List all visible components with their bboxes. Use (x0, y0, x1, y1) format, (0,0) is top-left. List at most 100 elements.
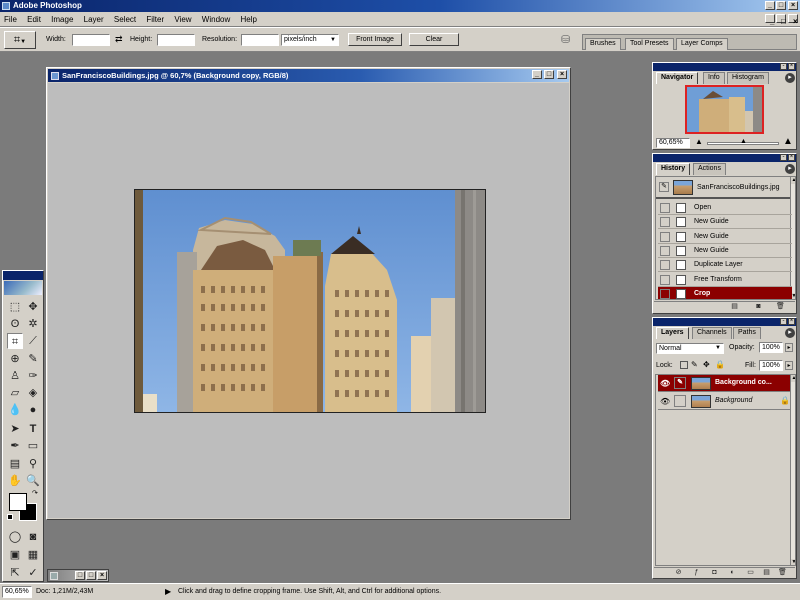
blur-tool-icon[interactable]: 💧 (7, 402, 23, 418)
tab-layers[interactable]: Layers (656, 327, 689, 339)
menu-image[interactable]: Image (47, 12, 77, 24)
history-panel-header[interactable] (653, 154, 796, 162)
notes-tool-icon[interactable]: ▤ (7, 456, 23, 472)
photo-san-francisco-buildings[interactable] (134, 189, 486, 413)
zoom-tool-icon[interactable]: 🔍 (25, 473, 41, 489)
document-maximize-button[interactable]: □ (544, 70, 554, 79)
layers-panel-header[interactable] (653, 318, 796, 326)
history-step[interactable]: New Guide (658, 244, 792, 258)
new-group-icon[interactable]: ▭ (746, 569, 755, 577)
magic-wand-tool-icon[interactable]: ✲ (25, 316, 41, 332)
trash-icon[interactable]: 🗑 (778, 569, 787, 577)
add-layer-mask-icon[interactable]: ◘ (710, 569, 719, 577)
tab-layer-comps[interactable]: Layer Comps (676, 38, 728, 50)
standard-mode-icon[interactable]: ◯ (7, 529, 23, 545)
status-zoom-input[interactable]: 60,65% (2, 586, 32, 598)
navigator-menu-button[interactable]: ▸ (785, 73, 795, 83)
link-layers-icon[interactable]: ⊘ (674, 569, 683, 577)
marquee-tool-icon[interactable]: ⬚ (7, 299, 23, 315)
minimized-restore-button[interactable]: □ (75, 571, 85, 580)
history-close-button[interactable]: × (788, 154, 795, 161)
imageready-jump-icon[interactable]: ⇱ (7, 565, 23, 581)
trash-icon[interactable]: 🗑 (776, 303, 785, 311)
new-adjustment-layer-icon[interactable]: ◐ (728, 569, 737, 577)
tab-histogram[interactable]: Histogram (727, 72, 769, 84)
navigator-zoom-input[interactable]: 60,65% (656, 138, 690, 148)
menu-window[interactable]: Window (198, 12, 234, 24)
fill-input[interactable]: 100% (759, 360, 783, 371)
screen-mode-standard-icon[interactable]: ▣ (7, 547, 23, 563)
lock-image-icon[interactable]: ✎ (691, 360, 698, 369)
lock-all-icon[interactable]: 🔒 (715, 360, 725, 369)
pen-tool-icon[interactable]: ✒ (7, 438, 23, 454)
opacity-slider-arrow-icon[interactable]: ▸ (785, 343, 793, 352)
history-step[interactable]: Open (658, 201, 792, 215)
tool-preset-picker[interactable]: ⌗▼ (4, 31, 36, 49)
layers-menu-button[interactable]: ▸ (785, 328, 795, 338)
zoom-out-icon[interactable]: ▲ (695, 137, 703, 146)
dodge-tool-icon[interactable]: ● (25, 402, 41, 418)
eraser-tool-icon[interactable]: ▱ (7, 385, 23, 401)
close-window-button[interactable]: × (788, 1, 798, 10)
lock-position-icon[interactable]: ✥ (703, 360, 710, 369)
history-minimize-button[interactable]: - (780, 154, 787, 161)
navigator-panel-header[interactable] (653, 63, 796, 71)
eye-icon[interactable]: 👁 (660, 397, 670, 406)
document-close-button[interactable]: × (557, 70, 567, 79)
paint-bucket-tool-icon[interactable]: ◈ (25, 385, 41, 401)
layer-row-background-copy[interactable]: 👁 ✎ Background co... (658, 375, 795, 392)
add-layer-style-icon[interactable]: ƒ (692, 569, 701, 577)
layer-row-background[interactable]: 👁 Background 🔒 (658, 393, 795, 410)
menu-edit[interactable]: Edit (23, 12, 45, 24)
width-input[interactable] (72, 34, 110, 46)
tab-history[interactable]: History (656, 163, 691, 175)
tab-tool-presets[interactable]: Tool Presets (625, 38, 674, 50)
hand-tool-icon[interactable]: ✋ (7, 473, 23, 489)
history-step[interactable]: Free Transform (658, 273, 792, 287)
foreground-color-swatch[interactable] (9, 493, 27, 511)
minimized-maximize-button[interactable]: □ (86, 571, 96, 580)
lock-transparency-icon[interactable] (680, 361, 688, 369)
history-source-checkbox[interactable] (660, 203, 670, 213)
history-step[interactable]: Duplicate Layer (658, 258, 792, 273)
shape-tool-icon[interactable]: ▭ (25, 438, 41, 454)
minimized-close-button[interactable]: × (97, 571, 107, 580)
history-snapshot[interactable]: ✎ SanFranciscoBuildings.jpg (656, 177, 790, 199)
history-menu-button[interactable]: ▸ (785, 164, 795, 174)
navigator-close-button[interactable]: × (788, 63, 795, 70)
document-minimize-button[interactable]: _ (532, 70, 542, 79)
status-menu-arrow-icon[interactable]: ▶ (165, 587, 171, 596)
navigator-preview[interactable] (685, 85, 764, 134)
doc-close-button[interactable]: × (788, 14, 798, 26)
path-selection-tool-icon[interactable]: ➤ (7, 421, 23, 437)
tab-brushes[interactable]: Brushes (585, 38, 621, 50)
scroll-up-icon[interactable]: ▲ (791, 375, 795, 382)
layers-close-button[interactable]: × (788, 318, 795, 325)
slice-tool-icon[interactable]: ⟋ (25, 333, 41, 349)
zoom-in-icon[interactable]: ▲ (783, 136, 793, 147)
scroll-down-icon[interactable]: ▼ (791, 559, 795, 565)
resolution-input[interactable] (241, 34, 279, 46)
quick-mask-mode-icon[interactable]: ◙ (25, 529, 41, 545)
swap-dimensions-icon[interactable]: ⇄ (115, 34, 123, 45)
move-tool-icon[interactable]: ✥ (25, 299, 41, 315)
menu-view[interactable]: View (170, 12, 195, 24)
history-step[interactable]: New Guide (658, 230, 792, 244)
history-source-checkbox[interactable] (660, 231, 670, 242)
tab-channels[interactable]: Channels (692, 327, 732, 339)
history-step[interactable]: Crop (658, 286, 792, 299)
minimize-window-button[interactable]: _ (765, 1, 775, 10)
height-input[interactable] (157, 34, 195, 46)
type-tool-icon[interactable]: T (25, 421, 41, 437)
doc-minimize-button[interactable]: _ (765, 14, 775, 26)
crop-tool-icon[interactable]: ⌗ (7, 333, 23, 349)
blend-mode-select[interactable]: Normal ▼ (656, 343, 724, 354)
minimized-document-window[interactable]: □ □ × (47, 569, 109, 582)
maximize-window-button[interactable]: □ (776, 1, 786, 10)
layers-minimize-button[interactable]: - (780, 318, 787, 325)
create-snapshot-icon[interactable]: ◙ (754, 303, 763, 311)
menu-layer[interactable]: Layer (80, 12, 108, 24)
history-brush-tool-icon[interactable]: ✑ (25, 368, 41, 384)
brush-tool-icon[interactable]: ✎ (25, 351, 41, 367)
history-source-checkbox[interactable] (660, 217, 670, 228)
